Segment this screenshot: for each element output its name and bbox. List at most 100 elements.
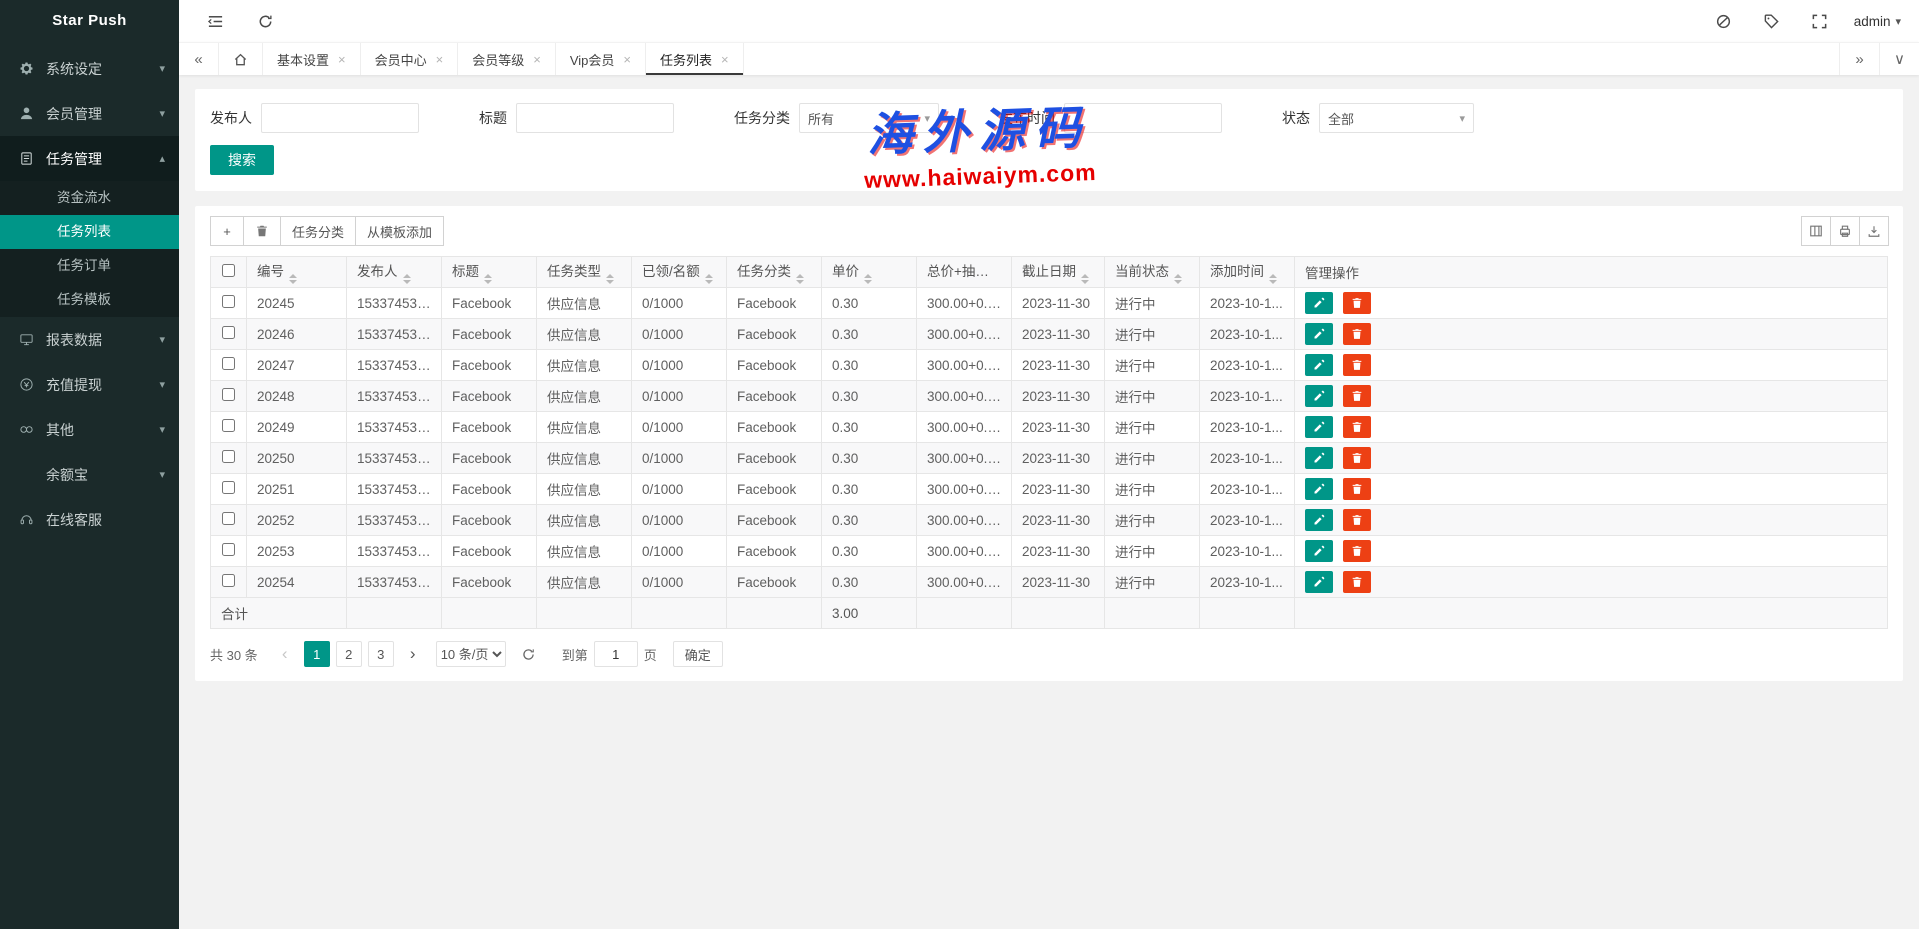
edit-button[interactable] [1305, 323, 1333, 345]
sidebar-item-system-settings[interactable]: 系统设定 ▾ [0, 46, 179, 91]
sort-icon[interactable] [1174, 274, 1182, 284]
sidebar-item-report-data[interactable]: 报表数据 ▾ [0, 317, 179, 362]
row-checkbox[interactable] [222, 543, 235, 556]
sidebar-item-yuebao[interactable]: 余额宝 ▾ [0, 452, 179, 497]
sort-icon[interactable] [606, 274, 614, 284]
title-input[interactable] [516, 103, 674, 133]
user-menu[interactable]: admin ▾ [1854, 14, 1901, 29]
sort-icon[interactable] [1269, 274, 1277, 284]
sort-icon[interactable] [289, 274, 297, 284]
delete-button[interactable] [1343, 385, 1371, 407]
prev-page-button[interactable]: ‹ [272, 641, 298, 667]
tab-member-level[interactable]: 会员等级 × [458, 43, 556, 75]
collapse-sidebar-icon[interactable] [205, 11, 225, 31]
delete-button[interactable] [1343, 540, 1371, 562]
add-task-button[interactable]: + [210, 216, 244, 246]
row-checkbox[interactable] [222, 326, 235, 339]
close-icon[interactable]: × [721, 52, 729, 67]
filter-columns-button[interactable] [1801, 216, 1831, 246]
delete-button[interactable] [1343, 478, 1371, 500]
close-icon[interactable]: × [623, 52, 631, 67]
edit-button[interactable] [1305, 292, 1333, 314]
edit-button[interactable] [1305, 416, 1333, 438]
sort-icon[interactable] [994, 274, 1002, 284]
search-button[interactable]: 搜索 [210, 145, 274, 175]
edit-button[interactable] [1305, 571, 1333, 593]
cell-actions [1295, 319, 1888, 350]
sidebar-item-online-service[interactable]: 在线客服 [0, 497, 179, 542]
cell-title: Facebook [442, 319, 537, 350]
row-checkbox[interactable] [222, 512, 235, 525]
task-category-button[interactable]: 任务分类 [280, 216, 356, 246]
pagination-refresh-icon[interactable] [516, 641, 542, 667]
row-checkbox[interactable] [222, 574, 235, 587]
add-from-template-button[interactable]: 从模板添加 [355, 216, 444, 246]
edit-button[interactable] [1305, 509, 1333, 531]
edit-button[interactable] [1305, 478, 1333, 500]
per-page-select[interactable]: 10 条/页 [436, 641, 506, 667]
sidebar-item-fund-flow[interactable]: 资金流水 [0, 181, 179, 215]
sort-icon[interactable] [705, 274, 713, 284]
row-checkbox[interactable] [222, 419, 235, 432]
row-checkbox[interactable] [222, 481, 235, 494]
delete-button[interactable] [1343, 447, 1371, 469]
edit-button[interactable] [1305, 540, 1333, 562]
select-all-checkbox[interactable] [222, 264, 235, 277]
goto-confirm-button[interactable]: 确定 [673, 641, 723, 667]
close-icon[interactable]: × [338, 52, 346, 67]
status-select[interactable]: 全部 ▾ [1319, 103, 1474, 133]
delete-button[interactable] [1343, 354, 1371, 376]
delete-button[interactable] [1343, 509, 1371, 531]
delete-button[interactable] [1343, 571, 1371, 593]
sidebar-item-label: 报表数据 [46, 330, 159, 350]
sort-icon[interactable] [796, 274, 804, 284]
edit-button[interactable] [1305, 354, 1333, 376]
tab-vip-member[interactable]: Vip会员 × [556, 43, 646, 75]
row-checkbox[interactable] [222, 450, 235, 463]
tabs-scroll-right-button[interactable]: » [1839, 43, 1879, 75]
export-button[interactable] [1859, 216, 1889, 246]
row-checkbox[interactable] [222, 295, 235, 308]
sort-icon[interactable] [403, 274, 411, 284]
delete-button[interactable] [1343, 323, 1371, 345]
delete-button[interactable] [1343, 416, 1371, 438]
tag-icon[interactable] [1762, 11, 1782, 31]
delete-selected-button[interactable] [243, 216, 281, 246]
tab-task-list[interactable]: 任务列表 × [646, 43, 744, 75]
close-icon[interactable]: × [436, 52, 444, 67]
edit-button[interactable] [1305, 385, 1333, 407]
category-select[interactable]: 所有 ▾ [799, 103, 939, 133]
next-page-button[interactable]: › [400, 641, 426, 667]
sidebar-item-recharge-withdraw[interactable]: 充值提现 ▾ [0, 362, 179, 407]
sidebar-item-task-list[interactable]: 任务列表 [0, 215, 179, 249]
page-button-1[interactable]: 1 [304, 641, 330, 667]
sidebar-item-task-management[interactable]: 任务管理 ▴ [0, 136, 179, 181]
delete-button[interactable] [1343, 292, 1371, 314]
sort-icon[interactable] [484, 274, 492, 284]
publish-time-input[interactable] [1064, 103, 1222, 133]
sidebar-item-task-templates[interactable]: 任务模板 [0, 283, 179, 317]
tabs-scroll-left-button[interactable]: « [179, 43, 219, 75]
home-tab[interactable] [219, 43, 263, 75]
sidebar-item-task-orders[interactable]: 任务订单 [0, 249, 179, 283]
tab-basic-settings[interactable]: 基本设置 × [263, 43, 361, 75]
tab-member-center[interactable]: 会员中心 × [361, 43, 459, 75]
refresh-icon[interactable] [255, 11, 275, 31]
sort-icon[interactable] [1081, 274, 1089, 284]
publisher-input[interactable] [261, 103, 419, 133]
close-icon[interactable]: × [533, 52, 541, 67]
sidebar-item-member-management[interactable]: 会员管理 ▾ [0, 91, 179, 136]
page-button-3[interactable]: 3 [368, 641, 394, 667]
sidebar-item-other[interactable]: 其他 ▾ [0, 407, 179, 452]
edit-button[interactable] [1305, 447, 1333, 469]
row-checkbox[interactable] [222, 357, 235, 370]
sort-icon[interactable] [864, 274, 872, 284]
row-checkbox[interactable] [222, 388, 235, 401]
goto-page-input[interactable] [594, 641, 638, 667]
fullscreen-icon[interactable] [1810, 11, 1830, 31]
pencil-icon [1313, 421, 1325, 433]
page-button-2[interactable]: 2 [336, 641, 362, 667]
clear-cache-icon[interactable] [1714, 11, 1734, 31]
print-button[interactable] [1830, 216, 1860, 246]
tabs-menu-button[interactable]: ∨ [1879, 43, 1919, 75]
